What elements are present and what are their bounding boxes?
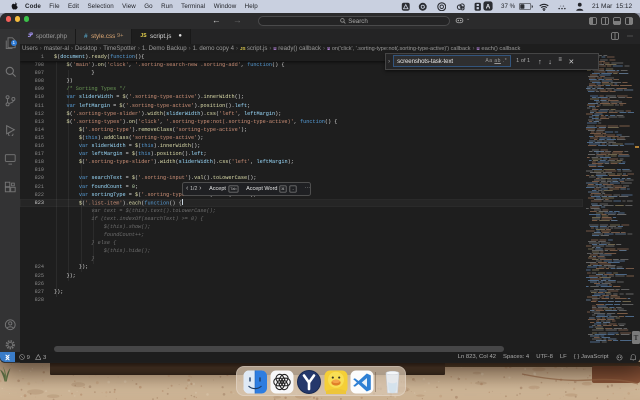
svg-text:A: A <box>486 4 491 11</box>
